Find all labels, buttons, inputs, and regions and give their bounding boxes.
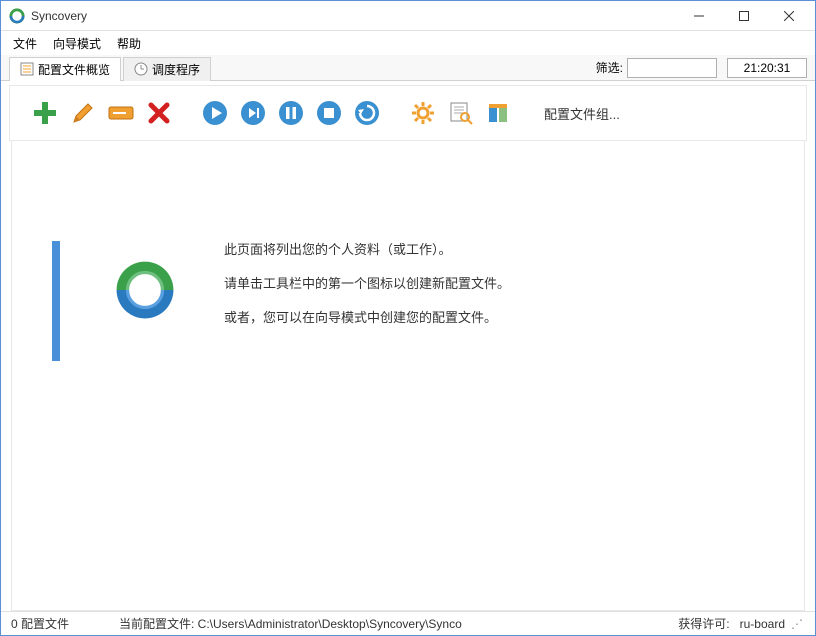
menu-help[interactable]: 帮助 — [109, 32, 149, 55]
filter-label: 筛选: — [596, 59, 623, 76]
menubar: 文件 向导模式 帮助 — [1, 31, 815, 55]
list-icon — [20, 62, 34, 76]
delete-button[interactable] — [142, 96, 176, 130]
rename-button[interactable] — [104, 96, 138, 130]
stop-button[interactable] — [312, 96, 346, 130]
pause-button[interactable] — [274, 96, 308, 130]
minimize-button[interactable] — [676, 1, 721, 30]
close-button[interactable] — [766, 1, 811, 30]
app-icon — [9, 8, 25, 24]
columns-button[interactable] — [482, 96, 516, 130]
resize-grip-icon[interactable]: ⋰ — [791, 617, 805, 631]
accent-bar — [52, 241, 60, 361]
statusbar: 0 配置文件 当前配置文件: C:\Users\Administrator\De… — [1, 611, 815, 635]
toolbar: 配置文件组... — [9, 85, 807, 141]
app-logo-large — [110, 255, 180, 325]
run-button[interactable] — [198, 96, 232, 130]
current-profile-path: 当前配置文件: C:\Users\Administrator\Desktop\S… — [119, 615, 678, 632]
restore-button[interactable] — [350, 96, 384, 130]
window-title: Syncovery — [31, 9, 676, 23]
tab-label: 调度程序 — [152, 61, 200, 78]
titlebar: Syncovery — [1, 1, 815, 31]
settings-button[interactable] — [406, 96, 440, 130]
empty-state: 此页面将列出您的个人资料（或工作）。 请单击工具栏中的第一个图标以创建新配置文件… — [11, 141, 805, 611]
message-line-3: 或者，您可以在向导模式中创建您的配置文件。 — [224, 309, 510, 327]
license-user: ru-board — [740, 617, 785, 631]
profile-group-button[interactable]: 配置文件组... — [538, 100, 626, 127]
tabbar: 配置文件概览 调度程序 筛选: 21:20:31 — [1, 55, 815, 81]
profile-count: 0 配置文件 — [11, 615, 69, 632]
app-window: Syncovery 文件 向导模式 帮助 配置文件概览 调度程序 — [0, 0, 816, 636]
search-log-button[interactable] — [444, 96, 478, 130]
license-label: 获得许可: — [678, 615, 729, 632]
menu-wizard[interactable]: 向导模式 — [45, 32, 109, 55]
tab-scheduler[interactable]: 调度程序 — [123, 57, 211, 81]
tab-profile-overview[interactable]: 配置文件概览 — [9, 57, 121, 81]
run-attended-button[interactable] — [236, 96, 270, 130]
content-area: 此页面将列出您的个人资料（或工作）。 请单击工具栏中的第一个图标以创建新配置文件… — [1, 141, 815, 611]
empty-message: 此页面将列出您的个人资料（或工作）。 请单击工具栏中的第一个图标以创建新配置文件… — [224, 241, 510, 344]
menu-file[interactable]: 文件 — [5, 32, 45, 55]
filter-input[interactable] — [627, 58, 717, 78]
maximize-button[interactable] — [721, 1, 766, 30]
new-profile-button[interactable] — [28, 96, 62, 130]
message-line-2: 请单击工具栏中的第一个图标以创建新配置文件。 — [224, 275, 510, 293]
edit-button[interactable] — [66, 96, 100, 130]
clock-icon — [134, 62, 148, 76]
clock-display: 21:20:31 — [727, 58, 807, 78]
message-line-1: 此页面将列出您的个人资料（或工作）。 — [224, 241, 510, 259]
tab-label: 配置文件概览 — [38, 61, 110, 78]
